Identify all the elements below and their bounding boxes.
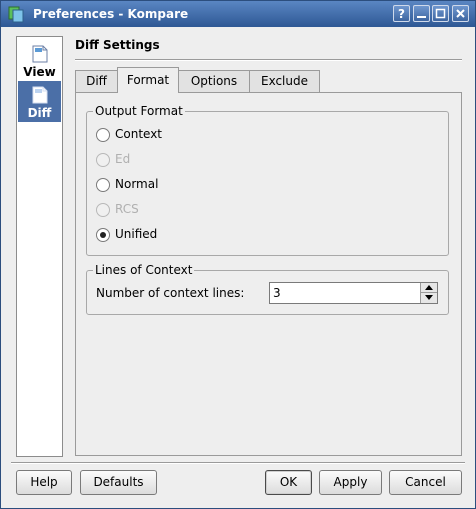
context-lines-value[interactable]: 3: [273, 286, 281, 300]
maximize-button[interactable]: [432, 5, 449, 22]
radio-button: [96, 203, 110, 217]
page-list-item-label: View: [23, 65, 56, 79]
tab-options[interactable]: Options: [178, 70, 250, 92]
window-title: Preferences - Kompare: [33, 7, 189, 21]
button-divider: [11, 462, 465, 464]
ok-button[interactable]: OK: [265, 470, 312, 495]
title-divider: [75, 59, 462, 61]
output-format-title: Output Format: [93, 104, 185, 118]
radio-label: Ed: [115, 152, 131, 166]
radio-label: Unified: [115, 227, 158, 241]
kompare-app-icon: [7, 5, 25, 23]
radio-button[interactable]: [96, 178, 110, 192]
help-title-button[interactable]: ?: [393, 5, 410, 22]
close-icon: [456, 9, 465, 18]
preferences-window: Preferences - Kompare ? View Diff Diff S…: [0, 0, 476, 509]
defaults-button[interactable]: Defaults: [80, 470, 157, 495]
title-bar[interactable]: Preferences - Kompare ?: [1, 1, 475, 27]
context-lines-spinbox[interactable]: 3: [269, 282, 438, 304]
spin-down-button[interactable]: [421, 293, 437, 303]
arrow-up-icon: [425, 285, 433, 290]
maximize-icon: [435, 8, 446, 19]
apply-button[interactable]: Apply: [319, 470, 382, 495]
arrow-down-icon: [425, 295, 433, 300]
page-list-item-label: Diff: [27, 106, 52, 120]
radio-label: Normal: [115, 177, 159, 191]
radio-selected-dot: [100, 232, 106, 238]
page-list: View Diff: [16, 36, 63, 457]
page-list-item-diff[interactable]: Diff: [18, 81, 61, 122]
spin-up-button[interactable]: [421, 283, 437, 293]
cancel-button[interactable]: Cancel: [389, 470, 462, 495]
tab-format[interactable]: Format: [117, 67, 179, 93]
radio-label: RCS: [115, 202, 139, 216]
radio-button[interactable]: [96, 228, 110, 242]
tab-exclude[interactable]: Exclude: [249, 70, 320, 92]
radio-label: Context: [115, 127, 163, 141]
document-icon: [32, 86, 48, 104]
tab-diff[interactable]: Diff: [75, 70, 118, 92]
help-button[interactable]: Help: [16, 470, 72, 495]
radio-button: [96, 153, 110, 167]
spin-buttons: [420, 283, 437, 303]
page-list-item-view[interactable]: View: [18, 40, 61, 81]
context-lines-label: Number of context lines:: [96, 286, 245, 300]
lines-of-context-title: Lines of Context: [93, 263, 195, 277]
page-title: Diff Settings: [75, 38, 160, 52]
radio-button[interactable]: [96, 128, 110, 142]
minimize-icon: [417, 16, 426, 18]
close-button[interactable]: [452, 5, 469, 22]
minimize-button[interactable]: [413, 5, 430, 22]
document-icon: [32, 45, 48, 63]
